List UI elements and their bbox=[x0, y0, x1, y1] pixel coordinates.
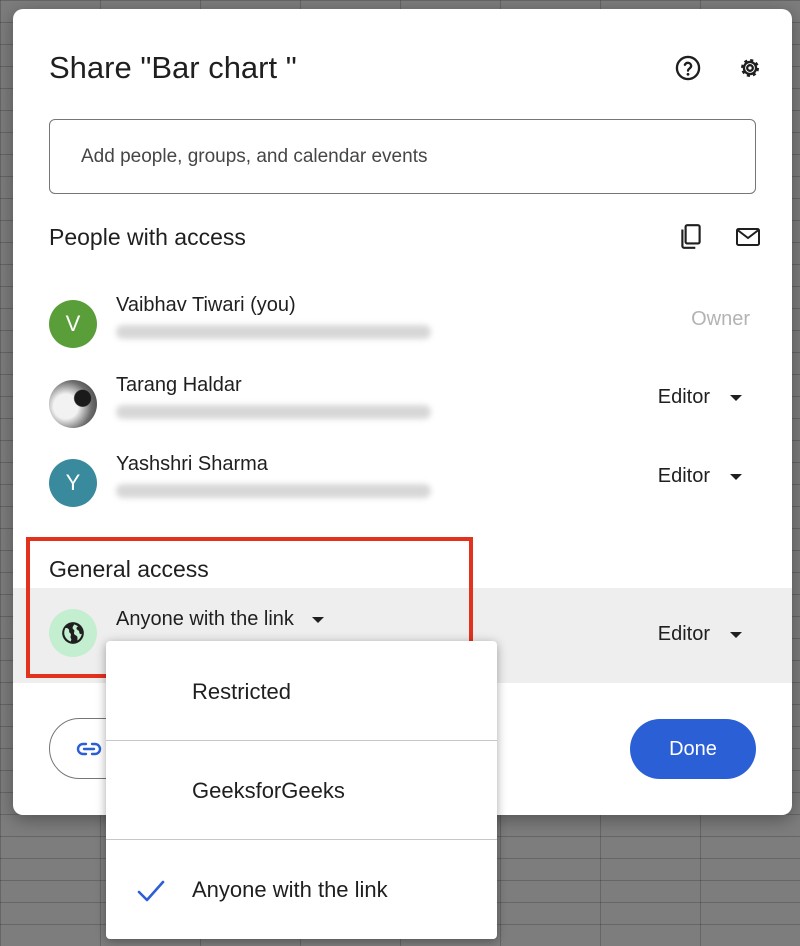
help-icon bbox=[675, 55, 701, 81]
caret-down-icon bbox=[311, 616, 324, 623]
copy-icon bbox=[681, 224, 701, 249]
person-name: Vaibhav Tiwari (you) bbox=[116, 294, 296, 316]
role-label: Editor bbox=[657, 386, 710, 408]
role-dropdown[interactable]: Editor bbox=[658, 465, 742, 488]
menu-option-geeksforgeeks[interactable]: GeeksforGeeks bbox=[106, 740, 497, 838]
settings-button[interactable] bbox=[733, 51, 767, 85]
person-email-redacted bbox=[116, 405, 431, 419]
role-dropdown[interactable]: Editor bbox=[658, 386, 742, 409]
menu-option-anyone-with-link[interactable]: Anyone with the link bbox=[106, 839, 497, 937]
caret-down-icon bbox=[730, 631, 742, 638]
add-people-input[interactable] bbox=[49, 119, 756, 194]
caret-down-icon bbox=[730, 473, 742, 480]
dialog-title: Share "Bar chart " bbox=[49, 50, 297, 85]
option-label: Restricted bbox=[192, 679, 292, 704]
people-with-access-title: People with access bbox=[49, 224, 246, 250]
general-access-selected: Anyone with the link bbox=[116, 608, 294, 630]
person-row: Y Yashshri Sharma Editor bbox=[49, 451, 756, 511]
copy-emails-button[interactable] bbox=[675, 221, 707, 253]
globe-badge bbox=[49, 609, 97, 657]
checkmark-icon bbox=[137, 880, 165, 902]
email-people-button[interactable] bbox=[731, 221, 765, 253]
avatar bbox=[49, 380, 97, 428]
person-row: V Vaibhav Tiwari (you) Owner bbox=[49, 292, 756, 352]
avatar: V bbox=[49, 300, 97, 348]
person-name: Yashshri Sharma bbox=[116, 453, 268, 475]
avatar-initial: Y bbox=[65, 470, 81, 495]
option-label: Anyone with the link bbox=[192, 877, 388, 902]
person-row: Tarang Haldar Editor bbox=[49, 372, 756, 432]
gear-icon bbox=[741, 59, 759, 77]
role-label: Editor bbox=[657, 623, 710, 645]
link-icon bbox=[76, 742, 102, 755]
general-access-dropdown[interactable]: Anyone with the link bbox=[116, 608, 324, 631]
menu-option-restricted[interactable]: Restricted bbox=[106, 641, 497, 739]
general-role-dropdown[interactable]: Editor bbox=[658, 623, 742, 646]
option-label: GeeksforGeeks bbox=[192, 778, 345, 803]
general-access-title: General access bbox=[49, 556, 209, 582]
globe-icon bbox=[62, 622, 84, 644]
avatar: Y bbox=[49, 459, 97, 507]
help-button[interactable] bbox=[671, 51, 705, 85]
person-email-redacted bbox=[116, 325, 431, 339]
person-email-redacted bbox=[116, 484, 431, 498]
general-access-menu: Restricted GeeksforGeeks Anyone with the… bbox=[106, 641, 497, 939]
role-label: Owner bbox=[691, 308, 750, 330]
caret-down-icon bbox=[730, 394, 742, 401]
done-button[interactable]: Done bbox=[630, 719, 756, 779]
avatar-initial: V bbox=[65, 311, 81, 336]
role-label: Editor bbox=[657, 465, 710, 487]
mail-icon bbox=[736, 228, 760, 246]
person-name: Tarang Haldar bbox=[116, 374, 242, 396]
